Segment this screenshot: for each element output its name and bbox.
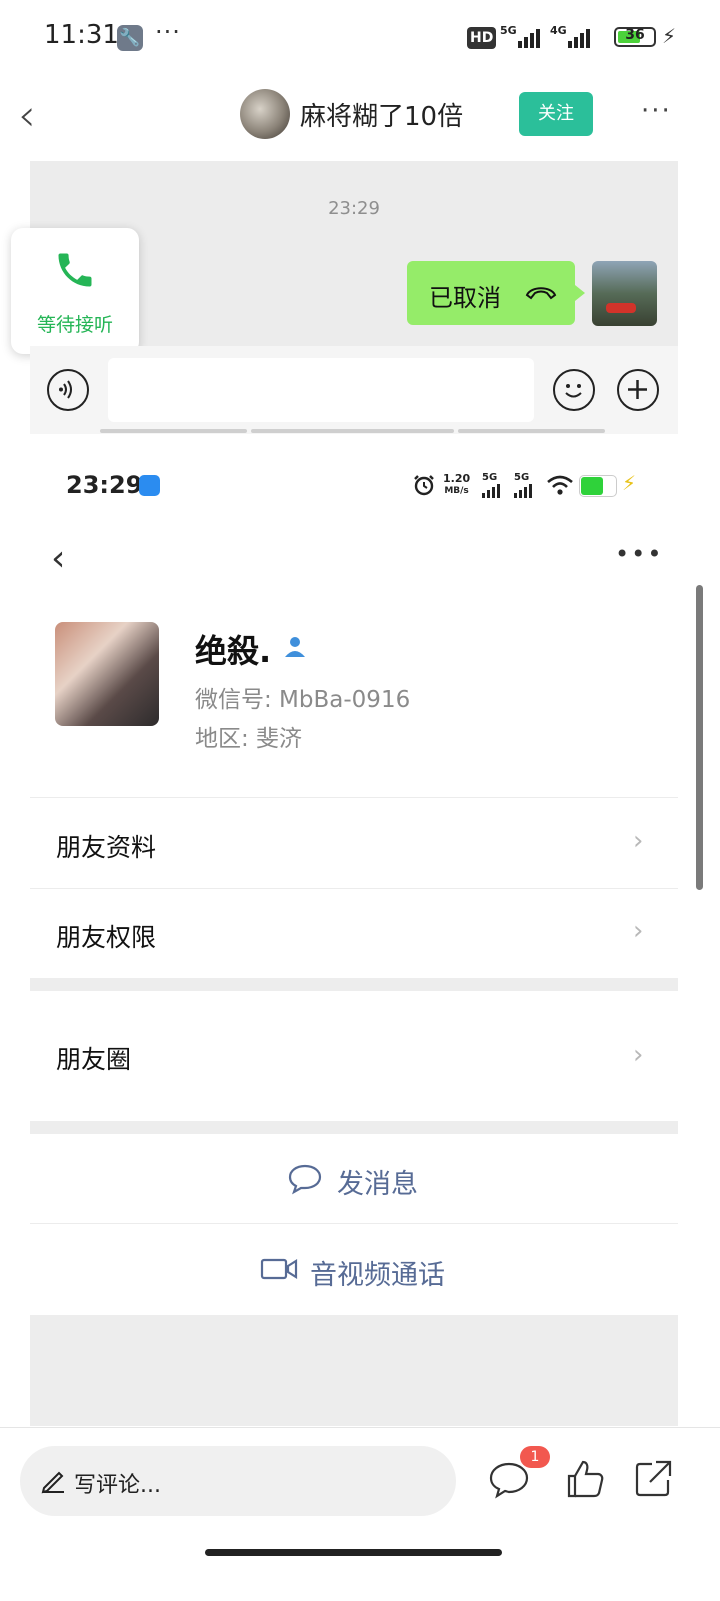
battery-level: 36 [625, 27, 645, 43]
chevron-right-icon: › [633, 1040, 644, 1070]
bubble-text: 已取消 [429, 284, 501, 312]
section-gap [30, 1121, 678, 1134]
back-chevron-icon[interactable]: ‹ [18, 90, 36, 141]
status-more-dots: ··· [155, 18, 181, 46]
call-status-label: 等待接听 [36, 314, 113, 336]
voice-icon[interactable] [47, 369, 89, 411]
comment-placeholder[interactable]: 写评论... [74, 1467, 161, 1499]
inner-status-time: 23:29 [66, 471, 143, 499]
app-notification-icon [139, 475, 160, 496]
like-icon[interactable] [563, 1458, 605, 1500]
wrench-icon: 🔧 [117, 25, 143, 51]
row-moments[interactable]: 朋友圈 [56, 1040, 131, 1076]
video-camera-icon [260, 1258, 298, 1280]
chat-input-field[interactable] [108, 358, 534, 422]
profile-avatar[interactable] [55, 622, 159, 726]
speed-value: 1.20 [443, 472, 471, 485]
divider [30, 888, 678, 889]
charging-icon: ⚡ [662, 24, 677, 48]
page-title[interactable]: 麻将糊了10倍 [300, 96, 463, 133]
inner-battery-icon [579, 475, 617, 497]
chevron-right-icon: › [633, 916, 644, 946]
emoji-icon[interactable] [553, 369, 595, 411]
sender-avatar[interactable] [592, 261, 657, 326]
chevron-right-icon: › [633, 826, 644, 856]
status-time: 11:31 [44, 20, 119, 50]
follow-button[interactable]: 关注 [519, 92, 593, 136]
row-friend-info[interactable]: 朋友资料 [56, 828, 156, 864]
section-gap [30, 978, 678, 991]
signal-icon [518, 26, 540, 48]
divider-line [251, 429, 454, 433]
row-friend-permissions[interactable]: 朋友权限 [56, 918, 156, 954]
network-speed: 1.20 MB/s [443, 473, 470, 497]
scrollbar[interactable] [696, 585, 703, 890]
signal-icon [482, 484, 500, 498]
home-indicator[interactable] [205, 1549, 502, 1556]
profile-name: 绝殺. [195, 632, 272, 670]
chat-timestamp: 23:29 [328, 198, 380, 219]
footer-gray-area [30, 1315, 678, 1426]
signal-icon [514, 484, 532, 498]
author-avatar[interactable] [240, 89, 290, 139]
hangup-icon [525, 287, 557, 300]
network-label-2: 4G [550, 24, 567, 37]
divider [30, 797, 678, 798]
divider-line [458, 429, 605, 433]
divider [30, 1223, 678, 1224]
message-bubble[interactable]: 已取消 [407, 261, 585, 325]
divider-line [100, 429, 247, 433]
chat-bubble-icon [288, 1164, 322, 1195]
signal-icon [568, 26, 590, 48]
pencil-icon [41, 1471, 64, 1494]
comment-count-badge: 1 [520, 1446, 550, 1468]
more-icon[interactable]: ··· [641, 96, 672, 126]
plus-icon[interactable] [617, 369, 659, 411]
alarm-icon [414, 475, 434, 496]
person-icon [285, 637, 305, 657]
send-message-label: 发消息 [337, 1169, 418, 1200]
profile-more-icon[interactable]: ••• [615, 540, 663, 568]
inner-network-label-2: 5G [514, 472, 530, 483]
video-call-label: 音视频通话 [310, 1260, 445, 1291]
call-waiting-card[interactable]: 等待接听 [11, 228, 139, 354]
phone-icon [58, 253, 92, 287]
network-label-1: 5G [500, 24, 517, 37]
hd-badge: HD [467, 27, 497, 49]
wifi-icon [547, 475, 573, 495]
profile-back-icon[interactable]: ‹ [51, 538, 65, 579]
battery-icon: 36 [614, 27, 656, 47]
inner-network-label-1: 5G [482, 472, 498, 483]
share-icon[interactable] [632, 1458, 674, 1500]
region: 地区: 斐济 [195, 726, 303, 752]
wechat-id: 微信号: MbBa-0916 [195, 687, 411, 713]
speed-unit: MB/s [444, 486, 469, 496]
inner-charging-icon: ⚡ [622, 471, 637, 495]
